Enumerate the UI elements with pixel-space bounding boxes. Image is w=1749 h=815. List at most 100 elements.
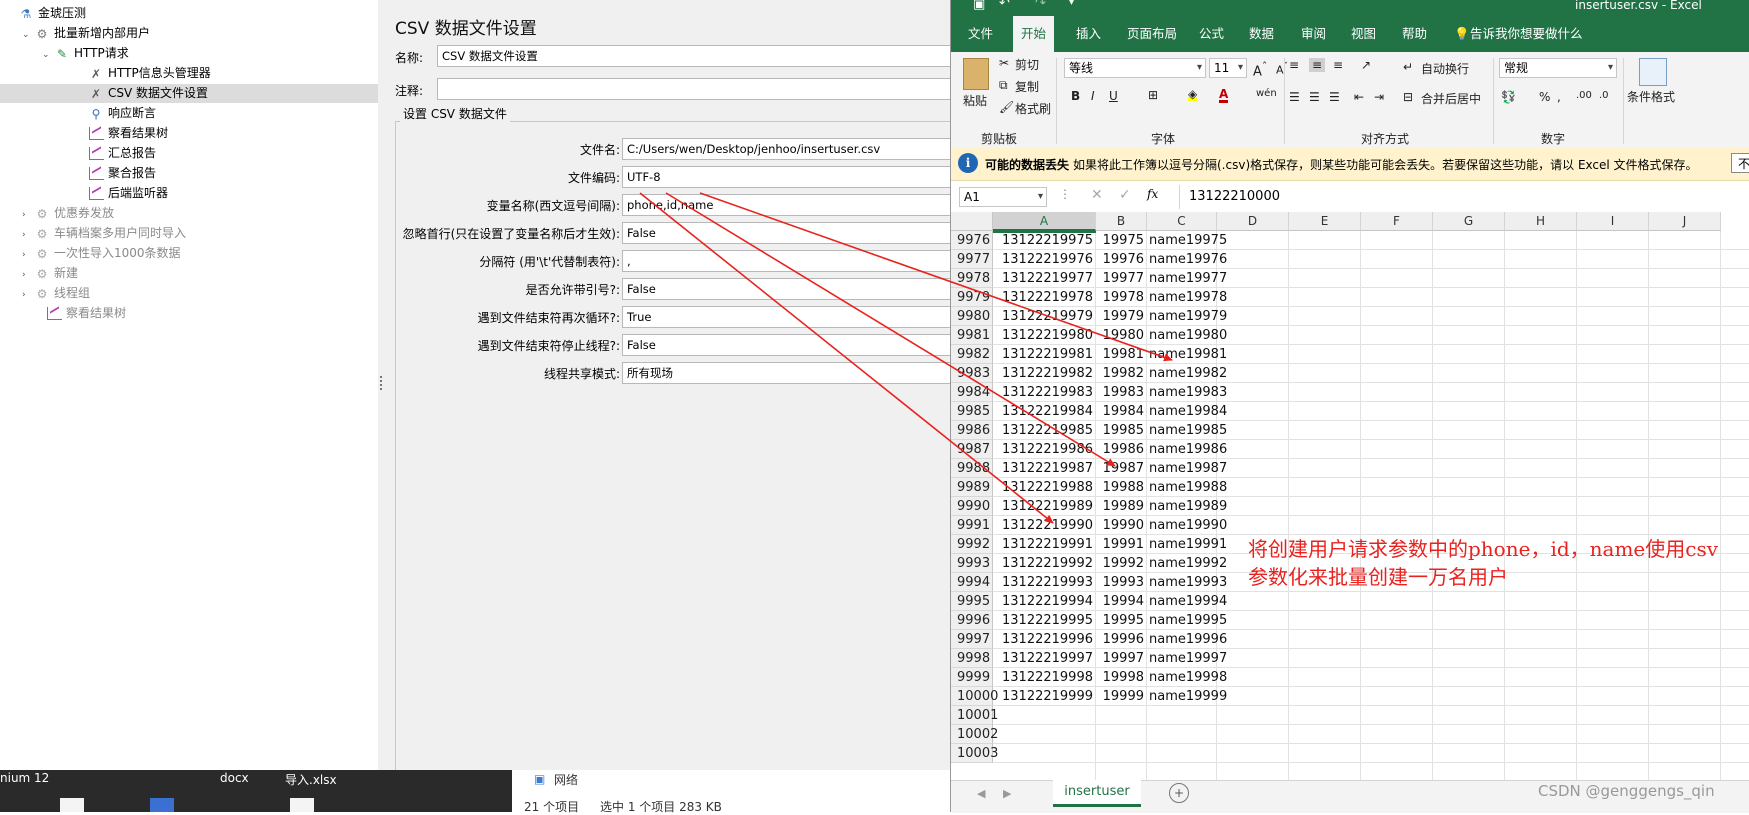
table-cell[interactable]: 13122219975 — [993, 231, 1093, 250]
enter-icon[interactable]: ✓ — [1119, 187, 1131, 203]
underline-icon[interactable]: U — [1109, 89, 1118, 103]
fill-color-icon[interactable]: ◈ — [1188, 87, 1198, 101]
cut-button[interactable]: 剪切 — [1015, 56, 1039, 73]
tree-node[interactable]: 汇总报告 — [0, 144, 156, 163]
column-header[interactable]: A — [993, 212, 1096, 231]
expand-toggle-icon[interactable]: › — [22, 206, 34, 225]
table-cell[interactable]: 13122219980 — [993, 326, 1093, 345]
table-cell[interactable]: 19997 — [1096, 649, 1144, 668]
table-cell[interactable]: 13122219990 — [993, 516, 1093, 535]
row-header[interactable]: 9980 — [951, 307, 993, 326]
table-cell[interactable]: name19975 — [1149, 231, 1227, 250]
column-header[interactable]: F — [1361, 212, 1433, 231]
table-cell[interactable]: 13122219982 — [993, 364, 1093, 383]
row-header[interactable]: 9992 — [951, 535, 993, 554]
table-cell[interactable]: 19975 — [1096, 231, 1144, 250]
row-header[interactable]: 9977 — [951, 250, 993, 269]
table-cell[interactable]: 19999 — [1096, 687, 1144, 706]
tab-help[interactable]: 帮助 — [1402, 16, 1427, 52]
row-header[interactable]: 9982 — [951, 345, 993, 364]
redo-icon[interactable]: ↷ — [1035, 0, 1046, 11]
tab-data[interactable]: 数据 — [1249, 16, 1274, 52]
table-cell[interactable]: 13122219984 — [993, 402, 1093, 421]
table-cell[interactable]: name19996 — [1149, 630, 1227, 649]
table-cell[interactable]: 19986 — [1096, 440, 1144, 459]
row-header[interactable]: 9993 — [951, 554, 993, 573]
tab-page-layout[interactable]: 页面布局 — [1127, 16, 1177, 52]
shrink-font-icon[interactable]: Aˇ — [1276, 61, 1288, 77]
table-cell[interactable]: name19977 — [1149, 269, 1227, 288]
row-header[interactable]: 9984 — [951, 383, 993, 402]
table-cell[interactable]: 19989 — [1096, 497, 1144, 516]
expand-toggle-icon[interactable]: ⌄ — [42, 46, 54, 65]
undo-icon[interactable]: ↶ — [999, 0, 1010, 11]
table-cell[interactable]: 19992 — [1096, 554, 1144, 573]
table-cell[interactable]: name19986 — [1149, 440, 1227, 459]
tree-node[interactable]: ⌄ ✎ HTTP请求 — [0, 44, 129, 63]
table-cell[interactable]: 19990 — [1096, 516, 1144, 535]
bold-icon[interactable]: B — [1071, 89, 1080, 103]
column-header[interactable]: B — [1096, 212, 1147, 231]
column-header[interactable]: E — [1289, 212, 1361, 231]
table-cell[interactable]: 19981 — [1096, 345, 1144, 364]
table-cell[interactable]: 13122219996 — [993, 630, 1093, 649]
font-size-select[interactable]: 11 — [1209, 58, 1247, 78]
tell-me-search[interactable]: 告诉我你想要做什么 — [1470, 16, 1583, 52]
tree-node[interactable]: › ⚙ 线程组 — [0, 284, 90, 303]
table-cell[interactable]: 13122219988 — [993, 478, 1093, 497]
table-cell[interactable]: name19980 — [1149, 326, 1227, 345]
tree-node[interactable]: › ⚙ 新建 — [0, 264, 78, 283]
table-cell[interactable] — [1096, 725, 1144, 744]
table-cell[interactable]: 19980 — [1096, 326, 1144, 345]
csv-field-value[interactable]: False — [622, 334, 952, 356]
tab-review[interactable]: 审阅 — [1301, 16, 1326, 52]
align-left-icon[interactable]: ☰ — [1289, 90, 1300, 104]
table-cell[interactable]: name19990 — [1149, 516, 1227, 535]
taskbar-item[interactable]: nium 12 — [0, 771, 49, 785]
table-cell[interactable] — [993, 744, 1093, 763]
tab-home[interactable]: 开始 — [1013, 16, 1055, 52]
taskbar-item[interactable]: 导入.xlsx — [285, 771, 337, 788]
csv-field-value[interactable]: , — [622, 250, 952, 272]
table-cell[interactable]: name19992 — [1149, 554, 1227, 573]
table-cell[interactable]: name19994 — [1149, 592, 1227, 611]
align-middle-icon[interactable]: ≡ — [1309, 58, 1326, 72]
table-cell[interactable]: name19997 — [1149, 649, 1227, 668]
tree-node[interactable]: › ⚙ 车辆档案多用户同时导入 — [0, 224, 186, 243]
italic-icon[interactable]: I — [1091, 89, 1095, 103]
tab-formulas[interactable]: 公式 — [1199, 16, 1224, 52]
percent-icon[interactable]: % — [1539, 90, 1550, 104]
tab-file[interactable]: 文件 — [968, 16, 993, 52]
table-cell[interactable]: 13122219999 — [993, 687, 1093, 706]
formula-input[interactable]: 13122210000 — [1179, 185, 1749, 209]
align-right-icon[interactable]: ☰ — [1329, 90, 1340, 104]
table-cell[interactable] — [1096, 744, 1144, 763]
expand-toggle-icon[interactable]: › — [22, 246, 34, 265]
row-header[interactable]: 9978 — [951, 269, 993, 288]
paste-icon[interactable] — [963, 58, 989, 90]
expand-toggle-icon[interactable]: › — [22, 266, 34, 285]
column-header[interactable]: C — [1147, 212, 1217, 231]
table-cell[interactable]: 19984 — [1096, 402, 1144, 421]
table-cell[interactable]: name19999 — [1149, 687, 1227, 706]
row-header[interactable]: 9994 — [951, 573, 993, 592]
row-header[interactable]: 9991 — [951, 516, 993, 535]
table-cell[interactable] — [993, 706, 1093, 725]
table-cell[interactable]: 13122219997 — [993, 649, 1093, 668]
csv-field-value[interactable]: False — [622, 278, 952, 300]
table-cell[interactable]: 19995 — [1096, 611, 1144, 630]
font-color-icon[interactable]: A — [1219, 88, 1229, 103]
row-header[interactable]: 10001 — [951, 706, 998, 725]
align-center-icon[interactable]: ☰ — [1309, 90, 1320, 104]
copy-button[interactable]: 复制 — [1015, 78, 1039, 95]
tree-node[interactable]: 察看结果树 — [0, 304, 126, 323]
table-cell[interactable]: 13122219983 — [993, 383, 1093, 402]
table-cell[interactable]: 19982 — [1096, 364, 1144, 383]
table-cell[interactable]: 13122219976 — [993, 250, 1093, 269]
wrap-text-button[interactable]: 自动换行 — [1421, 60, 1469, 77]
column-header[interactable]: J — [1649, 212, 1721, 231]
tree-node[interactable]: ⚲ 响应断言 — [0, 104, 156, 123]
tree-node[interactable]: 察看结果树 — [0, 124, 168, 143]
merge-center-button[interactable]: 合并后居中 — [1421, 90, 1481, 107]
table-cell[interactable]: 13122219987 — [993, 459, 1093, 478]
